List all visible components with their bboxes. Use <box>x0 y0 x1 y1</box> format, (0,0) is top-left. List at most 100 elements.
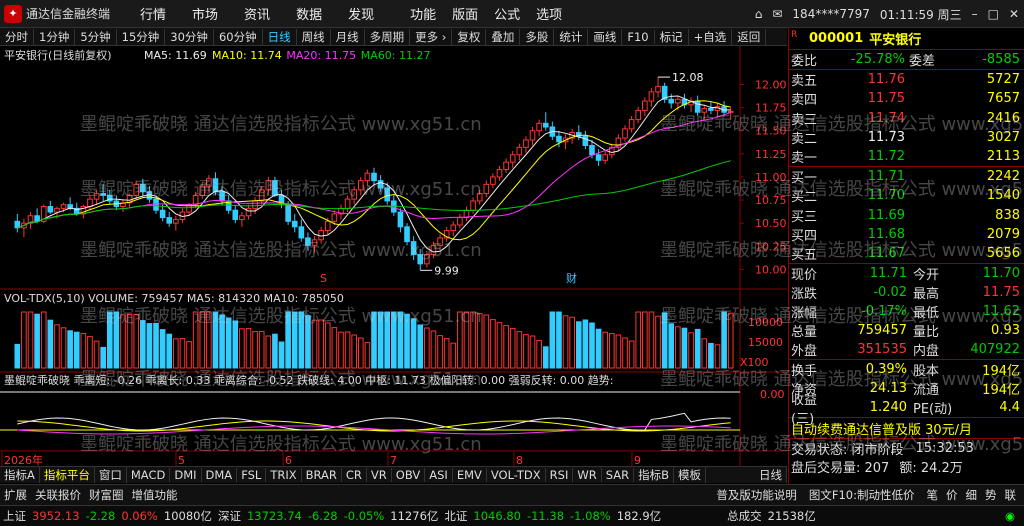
toolbar-item-0[interactable]: 分时 <box>0 28 34 45</box>
indicator-tab-18[interactable]: 指标B <box>634 467 674 483</box>
mini-tab-3[interactable]: 势 <box>981 487 1001 503</box>
buy-order-row[interactable]: 买三 11.69 838 <box>789 206 1024 225</box>
indicator-tab-10[interactable]: VR <box>367 468 392 482</box>
bz-label[interactable]: 北证 <box>441 508 470 524</box>
sz-amount: 11276亿 <box>390 509 439 523</box>
menu-item-function[interactable]: 功能 <box>410 4 436 23</box>
sell-order-row[interactable]: 卖三 11.74 2416 <box>789 109 1024 128</box>
sh-label[interactable]: 上证 <box>0 508 29 524</box>
toolbar-item-6[interactable]: 日线 <box>263 28 297 45</box>
candle-body <box>384 187 391 202</box>
indicator-tab-15[interactable]: RSI <box>546 468 574 482</box>
promo-banner[interactable]: 自动续费通达信普及版 30元/月 <box>789 418 1024 438</box>
toolbar-item-17[interactable]: 标记 <box>655 28 689 45</box>
toolbar-item-14[interactable]: 统计 <box>554 28 589 45</box>
maximize-icon[interactable]: □ <box>988 7 999 21</box>
mini-tab-4[interactable]: 联 <box>1001 487 1021 503</box>
edition-info-link[interactable]: 普及版功能说明 <box>712 487 801 503</box>
toolbar-item-2[interactable]: 5分钟 <box>75 28 117 45</box>
mail-icon[interactable]: ✉ <box>772 7 782 21</box>
indicator-tab-11[interactable]: OBV <box>392 468 426 482</box>
toolbar-item-5[interactable]: 60分钟 <box>214 28 263 45</box>
buy-order-row[interactable]: 买一 11.71 2242 <box>789 167 1024 186</box>
indicator-tab-16[interactable]: WR <box>573 468 602 482</box>
menu-item-data[interactable]: 数据 <box>296 4 322 23</box>
user-account[interactable]: 184****7797 <box>792 7 869 21</box>
indicator-tab-17[interactable]: SAR <box>602 468 635 482</box>
menu-item-layout[interactable]: 版面 <box>452 4 478 23</box>
toolbar-item-16[interactable]: F10 <box>622 29 655 44</box>
close-icon[interactable]: ✕ <box>1009 7 1019 21</box>
expand-button[interactable]: 扩展 <box>0 487 31 503</box>
sell-order-price: 11.75 <box>867 91 905 107</box>
indicator-tab-9[interactable]: CR <box>342 468 367 482</box>
indicator-tick: 0.00 <box>760 388 785 401</box>
menu-item-quotes[interactable]: 行情 <box>140 4 166 23</box>
candle-body <box>655 85 661 93</box>
toolbar-item-18[interactable]: +自选 <box>689 28 733 45</box>
indicator-tab-3[interactable]: MACD <box>127 468 171 482</box>
toolbar-item-1[interactable]: 1分钟 <box>34 28 76 45</box>
toolbar-item-19[interactable]: 返回 <box>732 28 767 45</box>
toolbar-item-12[interactable]: 叠加 <box>486 28 521 45</box>
indicator-tab-8[interactable]: BRAR <box>302 468 342 482</box>
toolbar-item-3[interactable]: 15分钟 <box>117 28 166 45</box>
buy-order-row[interactable]: 买二 11.70 1540 <box>789 186 1024 205</box>
toolbar-item-8[interactable]: 月线 <box>331 28 365 45</box>
sell-order-row[interactable]: 卖二 11.73 3027 <box>789 128 1024 147</box>
indicator-tab-12[interactable]: ASI <box>425 468 453 482</box>
indicator-tab-1[interactable]: 指标平台 <box>40 467 95 483</box>
sell-order-price: 11.73 <box>867 129 905 145</box>
chart-area[interactable]: 平安银行(日线前复权) MA5: 11.69 MA10: 11.74 MA20: 11… <box>0 46 787 467</box>
related-quote-button[interactable]: 关联报价 <box>31 487 85 503</box>
buy-order-row[interactable]: 买五 11.67 5656 <box>789 244 1024 263</box>
menu-item-options[interactable]: 选项 <box>536 4 562 23</box>
indicator-tab-6[interactable]: FSL <box>237 468 267 482</box>
value-added-button[interactable]: 增值功能 <box>128 487 182 503</box>
indicator-tab-4[interactable]: DMI <box>170 468 202 482</box>
toolbar-item-9[interactable]: 多周期 <box>365 28 411 45</box>
sell-order-row[interactable]: 卖五 11.76 5727 <box>789 70 1024 89</box>
indicator-tab-7[interactable]: TRIX <box>266 468 302 482</box>
wealth-circle-button[interactable]: 财富圈 <box>85 487 128 503</box>
f10-link[interactable]: 图文F10:制动性低价 <box>805 487 919 503</box>
volume-bar <box>357 337 364 369</box>
sz-label[interactable]: 深证 <box>215 508 244 524</box>
menu-item-formula[interactable]: 公式 <box>494 4 520 23</box>
connection-icon[interactable]: ◉ <box>1002 509 1018 523</box>
stock-label: 平安银行(日线前复权) <box>4 48 112 62</box>
mini-tab-2[interactable]: 细 <box>962 487 982 503</box>
indicator-tab-14[interactable]: VOL-TDX <box>487 468 546 482</box>
toolbar-item-10[interactable]: 更多 › <box>410 28 453 45</box>
sell-order-row[interactable]: 卖四 11.75 7657 <box>789 89 1024 108</box>
indicator-tab-13[interactable]: EMV <box>453 468 487 482</box>
toolbar-item-13[interactable]: 多股 <box>520 28 555 45</box>
mini-tab-0[interactable]: 笔 <box>923 487 943 503</box>
fund-label: 流通 <box>913 383 940 399</box>
sell-order-row[interactable]: 卖一 11.72 2113 <box>789 147 1024 166</box>
buy-order-row[interactable]: 买四 11.68 2079 <box>789 225 1024 244</box>
indicator-tab-0[interactable]: 指标A <box>0 467 40 483</box>
minimize-icon[interactable]: – <box>972 7 978 21</box>
volume-bar <box>529 335 536 369</box>
indicator-tab-2[interactable]: 窗口 <box>95 467 127 483</box>
kline-chart[interactable]: 平安银行(日线前复权) MA5: 11.69 MA10: 11.74 MA20: 11… <box>0 46 787 467</box>
home-icon[interactable]: ⌂ <box>755 7 763 21</box>
toolbar-item-11[interactable]: 复权 <box>452 28 487 45</box>
toolbar-item-15[interactable]: 画线 <box>588 28 623 45</box>
menu-item-market[interactable]: 市场 <box>192 4 218 23</box>
toolbar-item-7[interactable]: 周线 <box>297 28 331 45</box>
toolbar-item-4[interactable]: 30分钟 <box>165 28 214 45</box>
sh-percent: 0.06% <box>121 509 158 523</box>
mini-tab-1[interactable]: 价 <box>942 487 962 503</box>
volume-bar <box>272 333 278 369</box>
sh-amount: 10080亿 <box>163 509 212 523</box>
indicator-tab-19[interactable]: 模板 <box>674 467 706 483</box>
indicator-tab-5[interactable]: DMA <box>202 468 238 482</box>
menu-item-news[interactable]: 资讯 <box>244 4 270 23</box>
indicator-legend: 墨鲲啶乖破晓 乖离短: -0.26 乖离长: 0.33 乖离综合: -0.52 … <box>4 373 613 387</box>
ma-legend: MA10: 11.74 <box>212 49 282 62</box>
menu-item-discover[interactable]: 发现 <box>348 4 374 23</box>
price-tick: 12.00 <box>755 78 787 91</box>
volume-bar <box>523 334 529 369</box>
